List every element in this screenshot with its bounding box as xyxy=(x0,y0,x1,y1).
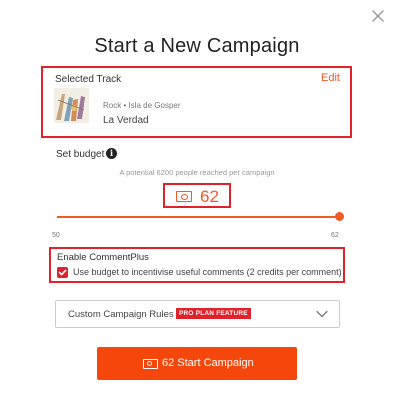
checkmark-icon xyxy=(58,269,67,276)
chevron-down-icon xyxy=(316,310,328,318)
slider-min-label: 50 xyxy=(52,232,60,239)
custom-campaign-rules-dropdown[interactable]: Custom Campaign Rules PRO PLAN FEATURE xyxy=(55,300,340,328)
reach-text: A potential 6200 people reached per camp… xyxy=(119,168,275,177)
start-campaign-label: 62 Start Campaign xyxy=(162,357,254,369)
start-campaign-button[interactable]: 62 Start Campaign xyxy=(97,347,297,380)
budget-slider-track[interactable] xyxy=(57,216,340,218)
comment-plus-label: Enable CommentPlus xyxy=(57,252,149,263)
budget-amount: 62 xyxy=(200,187,219,206)
page-title: Start a New Campaign xyxy=(94,35,300,57)
cash-icon xyxy=(143,359,158,369)
pro-plan-badge: PRO PLAN FEATURE xyxy=(176,308,251,319)
selected-track-section: Selected Track Edit Rock • Isla de Gospe… xyxy=(41,66,352,138)
custom-campaign-rules-label: Custom Campaign Rules xyxy=(68,309,174,320)
info-icon[interactable]: i xyxy=(106,148,117,159)
selected-track-label: Selected Track xyxy=(55,74,122,85)
cash-icon xyxy=(176,191,192,202)
edit-track-link[interactable]: Edit xyxy=(321,72,340,84)
budget-slider-handle[interactable] xyxy=(335,212,344,221)
slider-max-label: 62 xyxy=(331,232,339,239)
set-budget-label: Set budget xyxy=(56,149,105,160)
album-artwork-image xyxy=(54,88,89,123)
budget-amount-display: 62 xyxy=(163,183,231,208)
track-name: La Verdad xyxy=(103,115,149,126)
close-icon[interactable] xyxy=(370,8,386,24)
comment-plus-checkbox-label[interactable]: Use budget to incentivise useful comment… xyxy=(73,267,342,277)
track-meta: Rock • Isla de Gosper xyxy=(103,101,181,110)
comment-plus-checkbox[interactable] xyxy=(57,267,68,278)
comment-plus-section: Enable CommentPlus Use budget to incenti… xyxy=(49,247,345,283)
